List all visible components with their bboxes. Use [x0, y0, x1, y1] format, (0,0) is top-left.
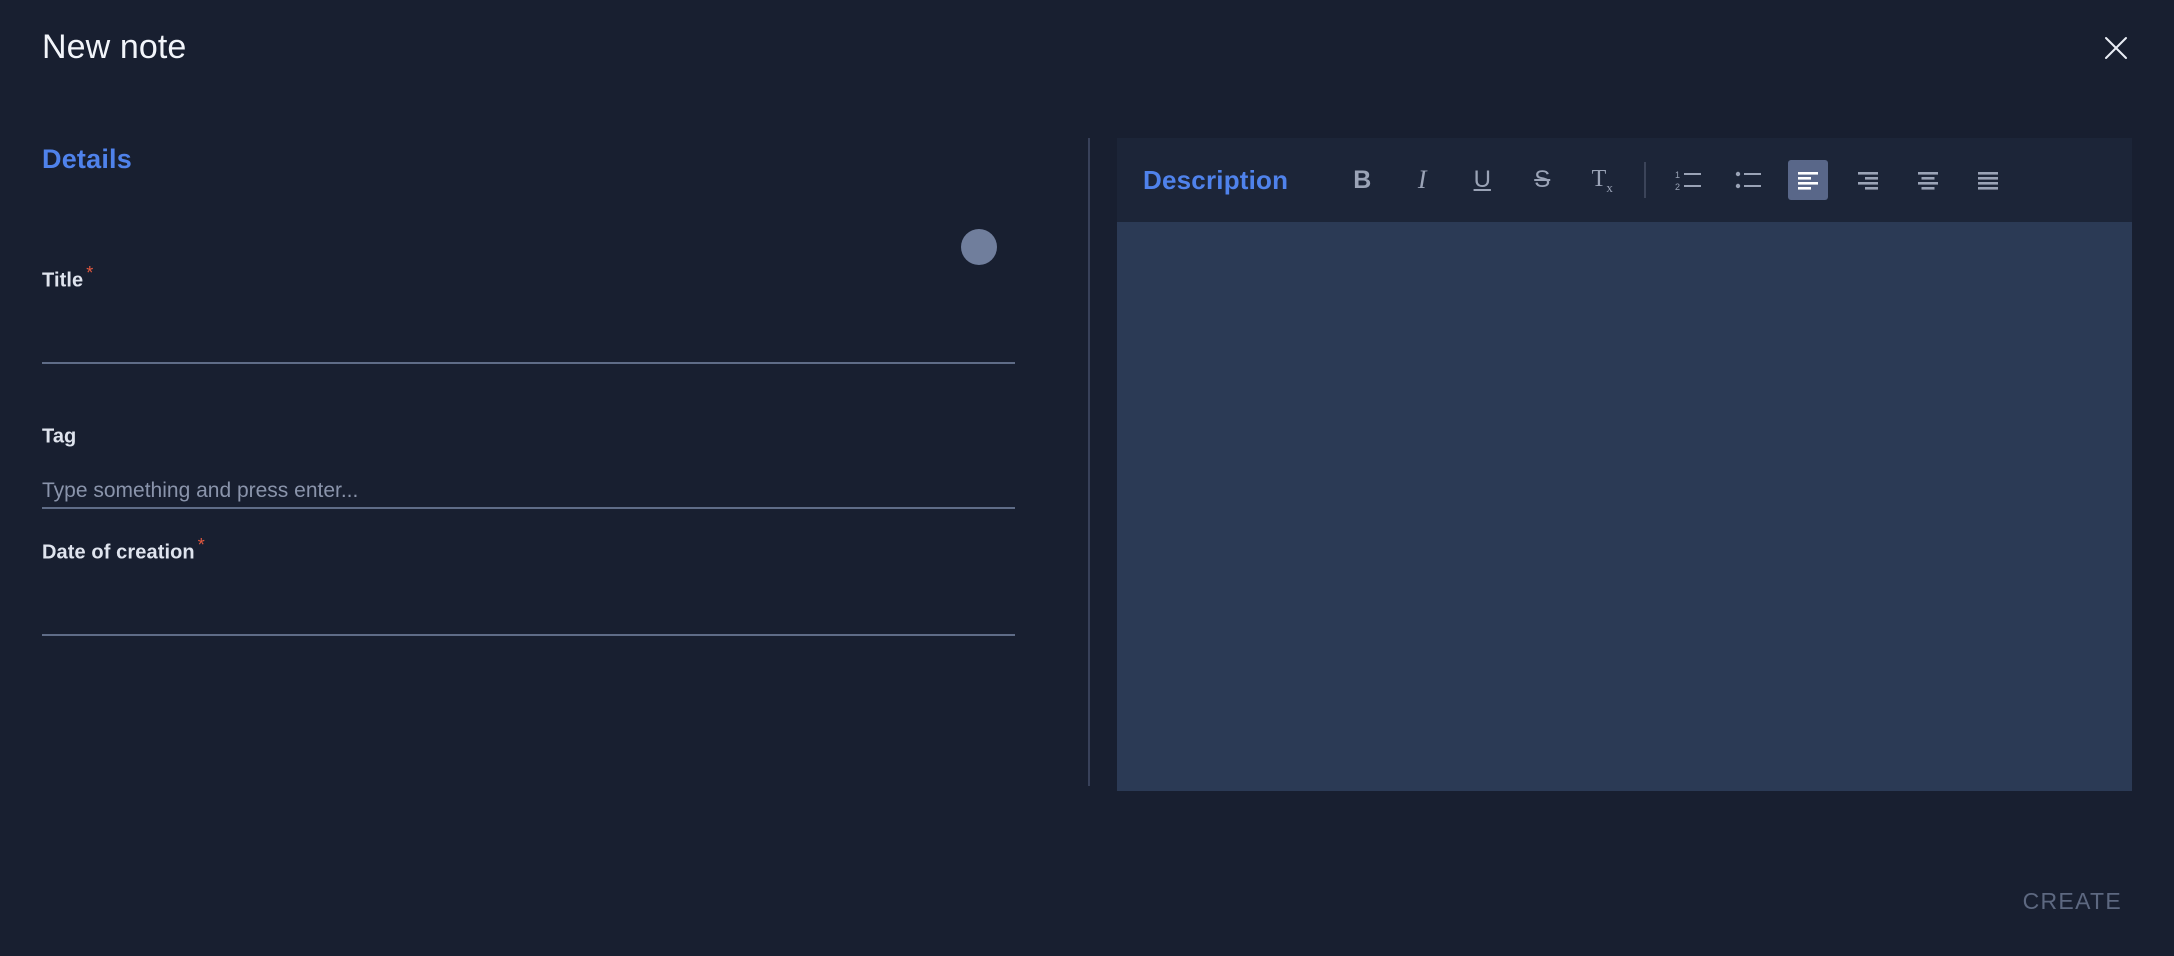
field-input-wrap-date: [42, 590, 1015, 636]
description-editor-panel: Description B I U S Tx 1 2: [1117, 138, 2132, 791]
section-heading-details: Details: [42, 144, 132, 174]
underline-icon: U: [1473, 166, 1491, 193]
align-tool-group: [1778, 160, 2018, 200]
underline-button[interactable]: U: [1462, 160, 1502, 200]
bullet-list-icon: [1735, 167, 1762, 193]
required-marker-date: *: [197, 535, 205, 555]
numbered-list-button[interactable]: 1 2: [1668, 160, 1708, 200]
field-input-wrap-tag: [42, 461, 1015, 509]
strikethrough-icon: S: [1534, 166, 1551, 193]
title-input[interactable]: [42, 333, 1015, 358]
column-divider: [1088, 138, 1090, 786]
strikethrough-button[interactable]: S: [1522, 160, 1562, 200]
tag-input[interactable]: [42, 478, 1015, 503]
align-right-button[interactable]: [1848, 160, 1888, 200]
align-right-icon: [1856, 168, 1880, 192]
align-left-icon: [1796, 168, 1820, 192]
field-label-tag-text: Tag: [42, 425, 77, 448]
align-left-button[interactable]: [1788, 160, 1829, 200]
field-date-of-creation: Date of creation *: [42, 536, 1015, 636]
editor-label-description: Description: [1143, 164, 1289, 195]
svg-text:2: 2: [1675, 182, 1680, 192]
field-label-date: Date of creation *: [42, 536, 1015, 563]
clear-format-icon: Tx: [1591, 165, 1613, 195]
dialog-header: New note: [0, 0, 2174, 100]
align-justify-icon: [1976, 168, 2000, 192]
field-title: Title *: [42, 264, 1015, 364]
field-label-title: Title *: [42, 264, 1015, 291]
bold-button[interactable]: B: [1342, 160, 1382, 200]
create-button[interactable]: CREATE: [2005, 876, 2140, 927]
clear-format-button[interactable]: Tx: [1582, 160, 1622, 200]
required-marker-title: *: [86, 263, 94, 283]
italic-icon: I: [1417, 165, 1427, 194]
field-label-date-text: Date of creation: [42, 541, 195, 564]
field-input-wrap-title: [42, 318, 1015, 364]
align-center-icon: [1916, 168, 1940, 192]
description-textarea[interactable]: [1117, 222, 2132, 791]
field-tag: Tag: [42, 420, 1015, 509]
date-of-creation-input[interactable]: [42, 605, 1015, 630]
align-justify-button[interactable]: [1968, 160, 2008, 200]
close-icon: [2103, 35, 2129, 61]
page-title: New note: [42, 28, 187, 66]
toolbar-separator: [1644, 162, 1647, 198]
dialog-footer: CREATE: [0, 846, 2174, 956]
text-style-tool-group: B I U S Tx: [1332, 160, 1632, 200]
close-button[interactable]: [2096, 28, 2136, 68]
svg-text:1: 1: [1675, 170, 1680, 180]
field-label-tag: Tag: [42, 420, 1015, 447]
bold-icon: B: [1353, 165, 1372, 194]
numbered-list-icon: 1 2: [1675, 167, 1702, 193]
italic-button[interactable]: I: [1402, 160, 1442, 200]
field-label-title-text: Title: [42, 269, 84, 292]
details-form: Details Title* Tag Date of creation*: [0, 100, 1089, 956]
editor-toolbar: Description B I U S Tx 1 2: [1117, 138, 2132, 222]
bullet-list-button[interactable]: [1728, 160, 1768, 200]
list-tool-group: 1 2: [1658, 160, 1778, 200]
avatar[interactable]: [961, 229, 997, 265]
align-center-button[interactable]: [1908, 160, 1948, 200]
